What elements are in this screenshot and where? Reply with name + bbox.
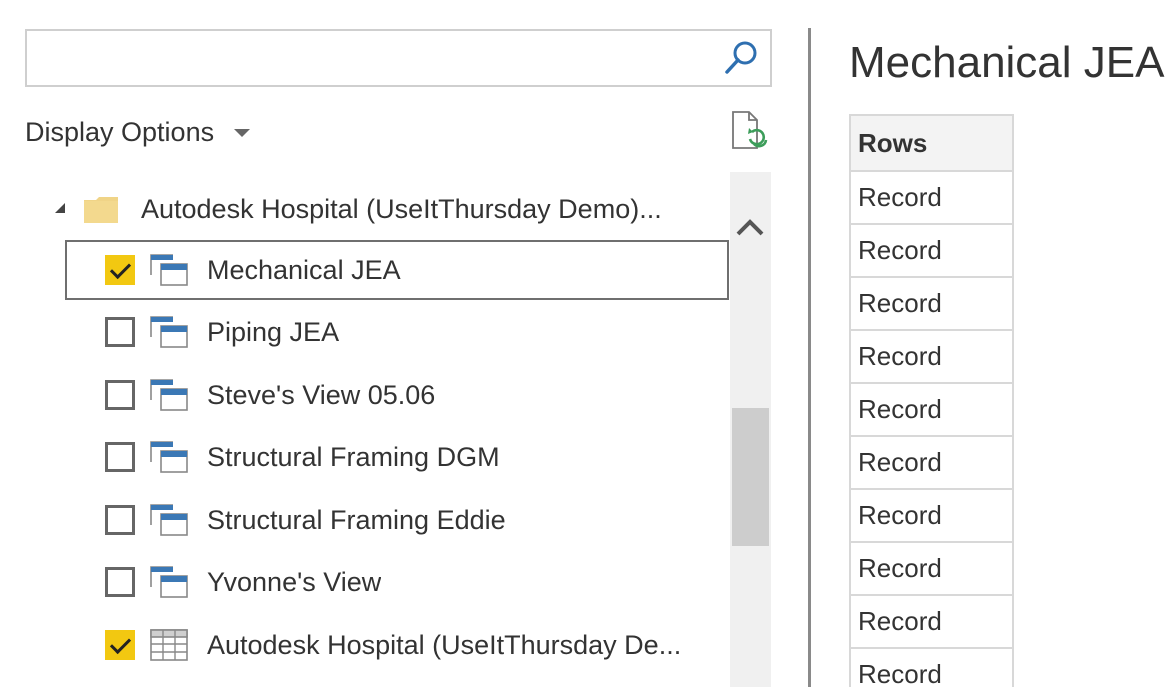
tree-item[interactable]: Mechanical JEA (65, 240, 729, 300)
folder-icon (84, 197, 118, 223)
table-row: Record (849, 541, 1014, 596)
navigator-tree: Autodesk Hospital (UseItThursday Demo)..… (25, 172, 730, 687)
tree-item-checkbox[interactable] (105, 567, 135, 597)
table-row: Record (849, 435, 1014, 490)
table-row: Record (849, 170, 1014, 225)
view-icon (150, 254, 188, 286)
view-icon (150, 566, 188, 598)
table-row: Record (849, 488, 1014, 543)
table-cell[interactable]: Record (849, 488, 1014, 543)
scrollbar-thumb[interactable] (732, 408, 769, 546)
search-icon[interactable] (722, 39, 760, 77)
tree-item[interactable]: Autodesk Hospital (UseItThursday De... (65, 615, 729, 675)
table-cell[interactable]: Record (849, 435, 1014, 490)
refresh-icon[interactable] (729, 110, 771, 152)
tree-item-checkbox[interactable] (105, 380, 135, 410)
display-options-dropdown[interactable]: Display Options (25, 112, 251, 152)
table-cell[interactable]: Record (849, 170, 1014, 225)
tree-item-label: Yvonne's View (207, 566, 382, 597)
table-cell[interactable]: Record (849, 541, 1014, 596)
table-cell[interactable]: Record (849, 382, 1014, 437)
tree-item[interactable]: Structural Framing DGM (65, 427, 729, 487)
view-icon (150, 504, 188, 536)
tree-item[interactable]: Piping JEA (65, 302, 729, 362)
display-options-label: Display Options (25, 116, 215, 147)
tree-folder[interactable]: Autodesk Hospital (UseItThursday Demo)..… (55, 190, 662, 228)
tree-item-checkbox[interactable] (105, 442, 135, 472)
table-row: Record (849, 382, 1014, 437)
expand-icon[interactable] (55, 203, 65, 213)
table-row: Record (849, 276, 1014, 331)
column-header-rows[interactable]: Rows (849, 114, 1014, 172)
tree-item-checkbox[interactable] (105, 505, 135, 535)
tree-item-checkbox[interactable] (105, 255, 135, 285)
chevron-down-icon (234, 129, 251, 137)
preview-table: Rows Record Record Record Record Record Recor… (849, 114, 1014, 687)
table-cell[interactable]: Record (849, 223, 1014, 278)
tree-item-label: Piping JEA (207, 316, 340, 347)
tree-item-label: Steve's View 05.06 (207, 379, 436, 410)
table-icon (150, 629, 188, 661)
table-cell[interactable]: Record (849, 276, 1014, 331)
tree-item-label: Structural Framing Eddie (207, 504, 506, 535)
tree-item-label: Mechanical JEA (207, 254, 401, 285)
view-icon (150, 379, 188, 411)
view-icon (150, 441, 188, 473)
pane-divider[interactable] (808, 28, 811, 687)
table-cell[interactable]: Record (849, 594, 1014, 649)
preview-title: Mechanical JEA (849, 38, 1165, 87)
table-row: Record (849, 223, 1014, 278)
table-cell[interactable]: Record (849, 647, 1014, 687)
tree-item[interactable]: Yvonne's View (65, 552, 729, 612)
search-box[interactable] (25, 29, 772, 87)
tree-item[interactable]: Steve's View 05.06 (65, 365, 729, 425)
search-input[interactable] (35, 39, 715, 77)
tree-item-label: Structural Framing DGM (207, 441, 500, 472)
tree-item-checkbox[interactable] (105, 630, 135, 660)
tree-item[interactable]: Structural Framing Eddie (65, 490, 729, 550)
table-cell[interactable]: Record (849, 329, 1014, 384)
table-row: Record (849, 594, 1014, 649)
table-row: Record (849, 647, 1014, 687)
folder-label: Autodesk Hospital (UseItThursday Demo)..… (141, 193, 662, 224)
tree-scrollbar[interactable] (730, 172, 771, 687)
view-icon (150, 316, 188, 348)
tree-item-label: Autodesk Hospital (UseItThursday De... (207, 629, 682, 660)
table-row: Record (849, 329, 1014, 384)
scroll-up-icon[interactable] (730, 212, 771, 242)
tree-item-checkbox[interactable] (105, 317, 135, 347)
